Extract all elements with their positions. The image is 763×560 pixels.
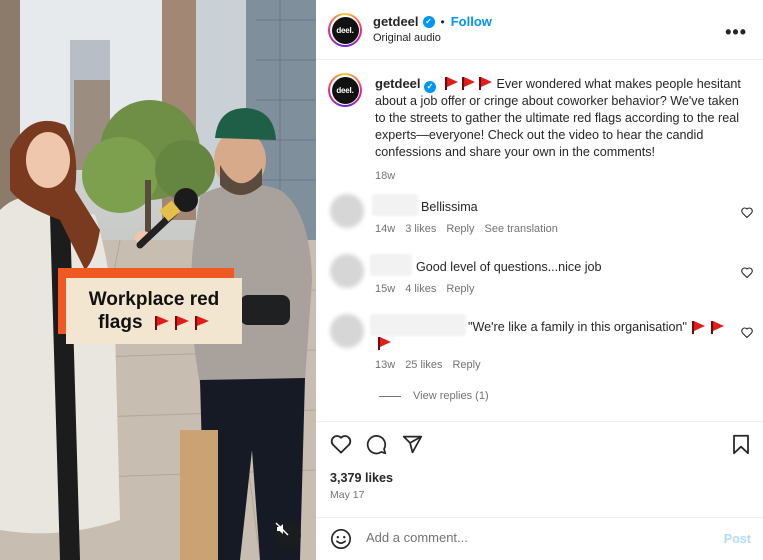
- post-header: deel. getdeel ✓ • Follow Original audio …: [316, 0, 763, 60]
- likes-count[interactable]: 3,379 likes: [330, 471, 393, 485]
- comment-likes[interactable]: 4 likes: [405, 283, 436, 295]
- commenter-username[interactable]: [370, 314, 466, 336]
- post-date[interactable]: May 17: [330, 489, 364, 501]
- comment-text-row: "We're like a family in this organisatio…: [468, 320, 725, 334]
- red-flags-icon: [154, 315, 210, 330]
- post-actions: 3,379 likes May 17 Post: [316, 421, 763, 560]
- red-flag-icon: [710, 320, 725, 334]
- comment-age: 15w: [375, 283, 396, 295]
- commenter-username[interactable]: [372, 194, 418, 216]
- comment-age: 14w: [375, 223, 396, 235]
- reply-button[interactable]: Reply: [446, 223, 474, 235]
- header-separator: •: [440, 14, 445, 29]
- red-flag-icon: [444, 77, 459, 90]
- comment-meta: 14w 3 likes Reply See translation: [375, 223, 558, 235]
- video-caption-overlay: Workplace red flags: [58, 268, 242, 346]
- header-username[interactable]: getdeel: [373, 14, 419, 29]
- post-caption: getdeel ✓ Ever wondered what makes peopl…: [375, 75, 747, 185]
- red-flag-icon: [194, 315, 210, 330]
- comment-text: "We're like a family in this organisatio…: [468, 320, 688, 334]
- red-flags-icon: [444, 77, 493, 90]
- comment-likes[interactable]: 25 likes: [405, 359, 442, 371]
- comment-item: "We're like a family in this organisatio…: [316, 312, 763, 412]
- comment-likes[interactable]: 3 likes: [405, 223, 436, 235]
- post-comment-button[interactable]: Post: [724, 532, 751, 546]
- comment-bubble-icon[interactable]: [366, 434, 387, 455]
- view-replies-label: View replies (1): [413, 390, 489, 402]
- post-age: 18w: [375, 170, 396, 182]
- avatar-logo-text: deel.: [331, 16, 359, 44]
- comment-text: Bellissima: [421, 200, 478, 214]
- comment-meta: 15w 4 likes Reply: [375, 283, 475, 295]
- comment-age: 13w: [375, 359, 396, 371]
- comment-item: Bellissima 14w 3 likes Reply See transla…: [316, 192, 763, 242]
- mute-button[interactable]: [275, 522, 301, 548]
- author-avatar[interactable]: deel.: [328, 13, 362, 47]
- comment-text: Good level of questions...nice job: [416, 260, 602, 274]
- heart-outline-icon[interactable]: [741, 267, 753, 278]
- caption-author-avatar[interactable]: deel.: [328, 73, 362, 107]
- heart-outline-icon[interactable]: [741, 207, 753, 218]
- header-user-row: getdeel ✓ • Follow: [373, 14, 492, 29]
- comment-input[interactable]: [366, 530, 696, 545]
- like-heart-icon[interactable]: [330, 434, 352, 454]
- commenter-avatar[interactable]: [330, 194, 364, 228]
- commenter-username[interactable]: [370, 254, 412, 276]
- commenter-avatar[interactable]: [330, 314, 364, 348]
- caption-username[interactable]: getdeel: [375, 76, 421, 91]
- red-flag-icon: [461, 77, 476, 90]
- audio-label[interactable]: Original audio: [373, 32, 441, 44]
- caption-line-2: flags: [98, 311, 210, 334]
- caption-avatar-logo-text: deel.: [331, 76, 359, 104]
- red-flag-icon: [478, 77, 493, 90]
- red-flag-icon: [154, 315, 170, 330]
- comment-item: Good level of questions...nice job 15w 4…: [316, 252, 763, 302]
- follow-button[interactable]: Follow: [451, 14, 492, 29]
- caption-card: Workplace red flags: [66, 278, 242, 344]
- comments-scroll-area[interactable]: deel. getdeel ✓ Ever wondered what makes…: [316, 61, 763, 421]
- view-replies-button[interactable]: View replies (1): [379, 390, 489, 402]
- reply-button[interactable]: Reply: [452, 359, 480, 371]
- add-comment-bar: Post: [316, 517, 763, 560]
- reply-button[interactable]: Reply: [446, 283, 474, 295]
- comment-text-flag-wrap: [377, 337, 392, 353]
- red-flag-icon: [691, 320, 706, 334]
- emoji-icon[interactable]: [330, 528, 352, 550]
- post-panel: deel. getdeel ✓ • Follow Original audio …: [316, 0, 763, 560]
- heart-outline-icon[interactable]: [741, 327, 753, 338]
- caption-line-1: Workplace red: [88, 289, 220, 310]
- verified-badge-icon: ✓: [424, 81, 437, 93]
- red-flag-icon: [174, 315, 190, 330]
- commenter-avatar[interactable]: [330, 254, 364, 288]
- see-translation-button[interactable]: See translation: [485, 223, 558, 235]
- verified-badge-icon: ✓: [422, 15, 435, 28]
- more-options-icon[interactable]: •••: [725, 22, 747, 43]
- comment-meta: 13w 25 likes Reply: [375, 359, 481, 371]
- share-paper-plane-icon[interactable]: [402, 434, 423, 455]
- red-flag-icon: [377, 337, 392, 350]
- speaker-muted-icon: [275, 522, 289, 536]
- caption-line-2-text: flags: [98, 312, 143, 333]
- view-replies-line: [379, 395, 401, 397]
- save-bookmark-icon[interactable]: [732, 434, 750, 455]
- video-player[interactable]: Workplace red flags: [0, 0, 316, 560]
